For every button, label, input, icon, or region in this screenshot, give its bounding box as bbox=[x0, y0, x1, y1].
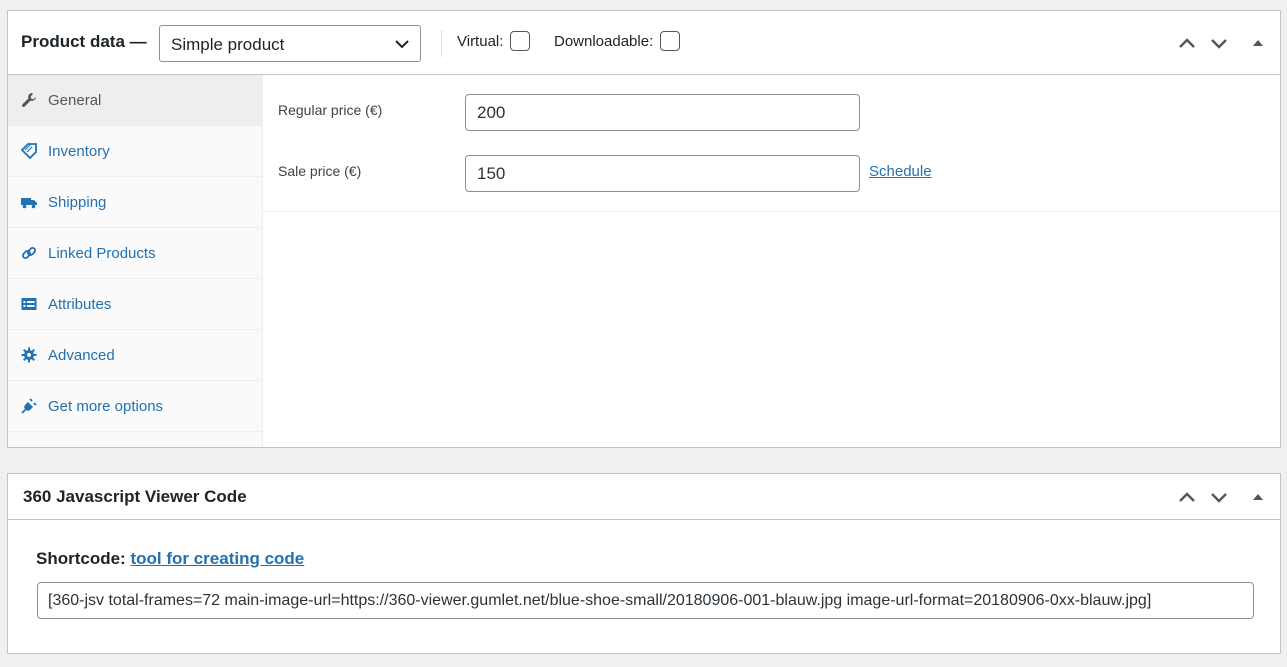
tag-icon bbox=[21, 143, 37, 159]
link-icon bbox=[22, 247, 36, 259]
chevron-down-icon bbox=[395, 40, 409, 49]
regular-price-input[interactable] bbox=[465, 94, 860, 131]
viewer-code-box: 360 Javascript Viewer Code Shortcode: to… bbox=[7, 473, 1281, 654]
gear-icon bbox=[21, 347, 37, 363]
wrench-icon bbox=[22, 93, 36, 107]
downloadable-label: Downloadable: bbox=[554, 33, 654, 50]
virtual-checkbox[interactable] bbox=[510, 31, 530, 51]
move-down-icon[interactable] bbox=[1208, 486, 1230, 508]
product-data-header: Product data — Simple product Virtual: D… bbox=[8, 11, 1280, 75]
tab-linked-products[interactable]: Linked Products bbox=[8, 228, 262, 279]
shortcode-row: Shortcode: tool for creating code bbox=[36, 549, 304, 569]
tab-inventory[interactable]: Inventory bbox=[8, 126, 262, 177]
collapse-toggle-icon[interactable] bbox=[1247, 32, 1269, 54]
move-down-icon[interactable] bbox=[1208, 32, 1230, 54]
tab-get-more-options[interactable]: Get more options bbox=[8, 381, 262, 432]
tab-general-label: General bbox=[48, 92, 102, 109]
list-icon bbox=[21, 298, 37, 310]
tab-attributes[interactable]: Attributes bbox=[8, 279, 262, 330]
regular-price-label: Regular price (€) bbox=[278, 102, 383, 118]
product-type-select[interactable]: Simple product bbox=[159, 25, 421, 62]
product-type-value: Simple product bbox=[171, 35, 285, 54]
viewer-code-header: 360 Javascript Viewer Code bbox=[8, 474, 1280, 520]
tab-general[interactable]: General bbox=[8, 75, 262, 126]
downloadable-checkbox[interactable] bbox=[660, 31, 680, 51]
product-data-box: Product data — Simple product Virtual: D… bbox=[7, 10, 1281, 448]
tab-advanced-label: Advanced bbox=[48, 347, 115, 364]
general-options-panel: Regular price (€) Sale price (€) Schedul… bbox=[263, 75, 1280, 212]
tab-get-more-options-label: Get more options bbox=[48, 398, 164, 415]
tab-attributes-label: Attributes bbox=[48, 296, 112, 313]
shortcode-input[interactable] bbox=[37, 582, 1254, 619]
move-up-icon[interactable] bbox=[1176, 486, 1198, 508]
viewer-code-title: 360 Javascript Viewer Code bbox=[23, 487, 247, 506]
move-up-icon[interactable] bbox=[1176, 32, 1198, 54]
tab-advanced[interactable]: Advanced bbox=[8, 330, 262, 381]
header-divider bbox=[441, 30, 442, 57]
schedule-link[interactable]: Schedule bbox=[869, 163, 932, 180]
product-data-tabs: General Inventory Shipping Linked Produc… bbox=[8, 75, 263, 447]
product-data-title: Product data — bbox=[21, 32, 147, 51]
collapse-toggle-icon[interactable] bbox=[1247, 486, 1269, 508]
shortcode-label: Shortcode: bbox=[36, 549, 126, 568]
shortcode-tool-link[interactable]: tool for creating code bbox=[130, 549, 304, 568]
tab-linked-products-label: Linked Products bbox=[48, 245, 156, 262]
tab-inventory-label: Inventory bbox=[48, 143, 110, 160]
tab-shipping[interactable]: Shipping bbox=[8, 177, 262, 228]
sale-price-label: Sale price (€) bbox=[278, 163, 362, 179]
virtual-label: Virtual: bbox=[457, 33, 504, 50]
truck-icon bbox=[21, 198, 37, 209]
plug-icon bbox=[21, 398, 37, 414]
sale-price-input[interactable] bbox=[465, 155, 860, 192]
tab-shipping-label: Shipping bbox=[48, 194, 107, 211]
